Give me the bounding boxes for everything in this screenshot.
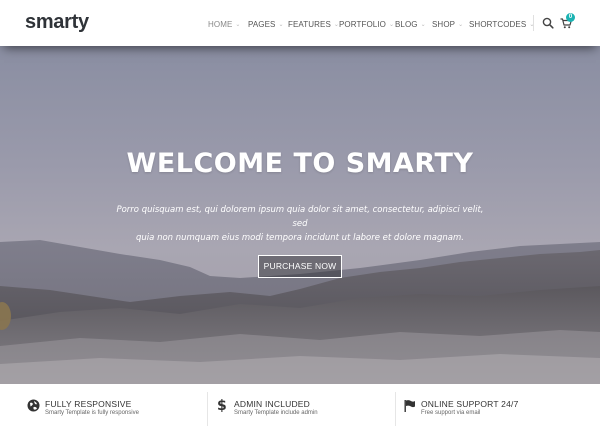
nav-item-shortcodes[interactable]: SHORTCODES ⌄ bbox=[469, 18, 534, 30]
feature-subtitle: Free support via email bbox=[421, 410, 481, 416]
feature-online-support: ONLINE SUPPORT 24/7 Free support via ema… bbox=[403, 384, 583, 430]
chevron-down-icon: ⌄ bbox=[420, 21, 426, 28]
nav-item-label: HOME bbox=[208, 19, 233, 29]
site-header: smarty HOME ⌄ PAGES ⌄ FEATURES ⌄ PORTFOL… bbox=[0, 0, 600, 46]
features-bar: FULLY RESPONSIVE Smarty Template is full… bbox=[0, 384, 600, 430]
chevron-down-icon: ⌄ bbox=[278, 21, 284, 28]
nav-item-pages[interactable]: PAGES ⌄ bbox=[248, 18, 288, 30]
hero-description: Porro quisquam est, qui dolorem ipsum qu… bbox=[110, 203, 490, 245]
feature-admin-included: $ ADMIN INCLUDED Smarty Template include… bbox=[216, 384, 386, 430]
search-icon[interactable] bbox=[541, 16, 555, 30]
site-logo[interactable]: smarty bbox=[25, 11, 89, 34]
nav-item-portfolio[interactable]: PORTFOLIO ⌄ bbox=[339, 18, 395, 30]
main-nav: HOME ⌄ PAGES ⌄ FEATURES ⌄ PORTFOLIO ⌄ BL… bbox=[208, 18, 534, 30]
nav-item-label: FEATURES bbox=[288, 19, 331, 29]
flag-icon bbox=[404, 400, 415, 412]
feature-fully-responsive: FULLY RESPONSIVE Smarty Template is full… bbox=[27, 384, 197, 430]
dollar-icon: $ bbox=[217, 398, 227, 413]
nav-item-label: PAGES bbox=[248, 19, 276, 29]
cart-count-badge: 0 bbox=[566, 13, 575, 22]
nav-item-label: BLOG bbox=[395, 19, 418, 29]
feature-divider bbox=[207, 392, 208, 426]
hero-section: WELCOME TO SMARTY Porro quisquam est, qu… bbox=[0, 46, 600, 384]
hero-title: WELCOME TO SMARTY bbox=[126, 148, 474, 179]
feature-subtitle: Smarty Template include admin bbox=[234, 410, 318, 416]
nav-item-features[interactable]: FEATURES ⌄ bbox=[288, 18, 339, 30]
feature-subtitle: Smarty Template is fully responsive bbox=[45, 410, 139, 416]
nav-item-label: SHORTCODES bbox=[469, 19, 527, 29]
hero-description-line: quia non numquam eius modi tempora incid… bbox=[136, 233, 464, 243]
svg-text:$: $ bbox=[217, 398, 227, 413]
nav-item-label: PORTFOLIO bbox=[339, 19, 386, 29]
chevron-down-icon: ⌄ bbox=[458, 21, 464, 28]
nav-item-home[interactable]: HOME ⌄ bbox=[208, 18, 248, 30]
feature-title: FULLY RESPONSIVE bbox=[45, 399, 132, 409]
nav-item-shop[interactable]: SHOP ⌄ bbox=[432, 18, 469, 30]
globe-icon bbox=[27, 399, 40, 412]
purchase-now-button[interactable]: PURCHASE NOW bbox=[258, 255, 342, 278]
chevron-down-icon: ⌄ bbox=[388, 21, 395, 28]
nav-item-blog[interactable]: BLOG ⌄ bbox=[395, 18, 432, 30]
feature-title: ONLINE SUPPORT 24/7 bbox=[421, 399, 519, 409]
hero-description-line: Porro quisquam est, qui dolorem ipsum qu… bbox=[116, 205, 484, 229]
feature-title: ADMIN INCLUDED bbox=[234, 399, 311, 409]
nav-divider bbox=[533, 15, 534, 31]
nav-item-label: SHOP bbox=[432, 19, 456, 29]
chevron-down-icon: ⌄ bbox=[235, 21, 241, 28]
feature-divider bbox=[395, 392, 396, 426]
